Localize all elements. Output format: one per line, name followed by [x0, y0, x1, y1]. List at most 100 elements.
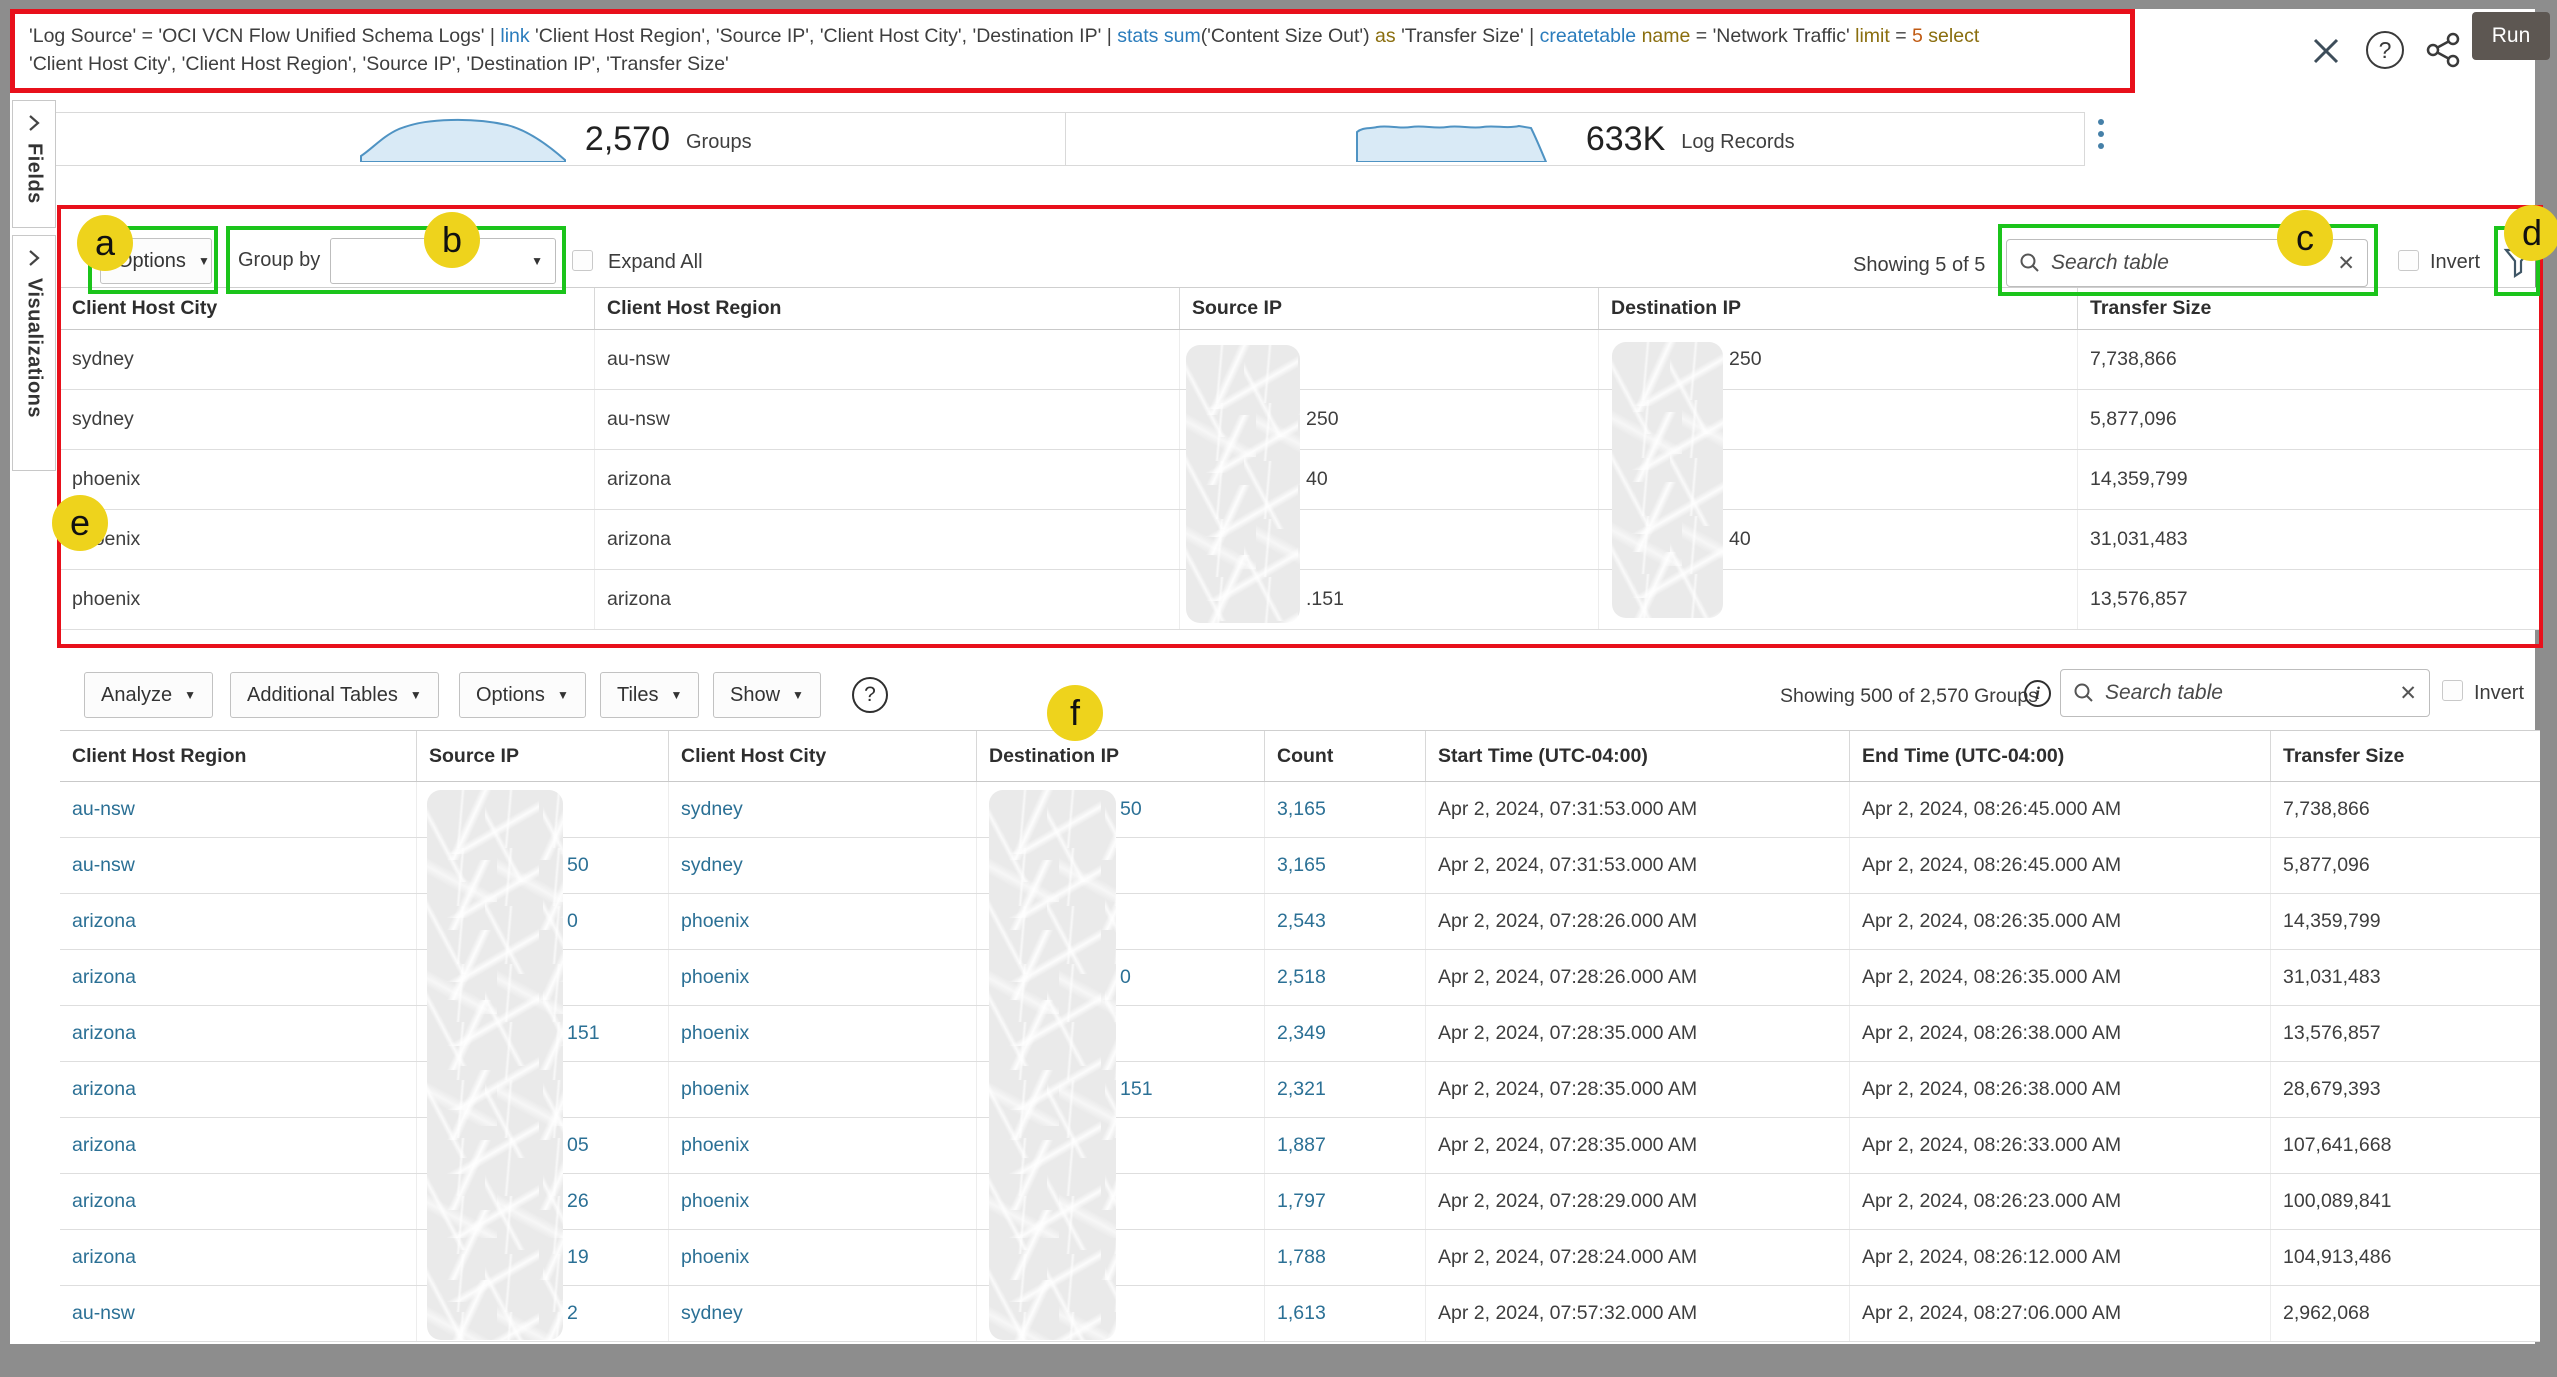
cell-client-host-city[interactable]: sydney — [669, 782, 977, 837]
cell-transfer-size: 7,738,866 — [2271, 782, 2540, 837]
clear-search-icon[interactable]: ✕ — [2399, 681, 2417, 706]
cell-client-host-city[interactable]: sydney — [669, 1286, 977, 1341]
invert-checkbox[interactable] — [2398, 250, 2419, 271]
help-icon[interactable]: ? — [2366, 31, 2404, 69]
cell-count[interactable]: 1,613 — [1265, 1286, 1426, 1341]
help-icon[interactable]: ? — [852, 677, 888, 713]
query-segment: createtable — [1540, 25, 1636, 47]
column-header[interactable]: Client Host Region — [60, 731, 417, 781]
column-header[interactable]: Destination IP — [977, 731, 1265, 781]
cell-count[interactable]: 3,165 — [1265, 838, 1426, 893]
additional-tables-button[interactable]: Additional Tables▼ — [230, 672, 439, 718]
cell-count[interactable]: 1,788 — [1265, 1230, 1426, 1285]
query-segment: 'Client Host Region', 'Source IP', 'Clie… — [530, 25, 1118, 47]
cell-client-host-region[interactable]: arizona — [60, 1174, 417, 1229]
cell-count[interactable]: 3,165 — [1265, 782, 1426, 837]
cell-end-time: Apr 2, 2024, 08:26:33.000 AM — [1850, 1118, 2271, 1173]
invert-checkbox-2[interactable] — [2442, 680, 2463, 701]
query-segment: select — [1928, 25, 1979, 47]
table-header-row: Client Host RegionSource IPClient Host C… — [60, 730, 2540, 782]
cell-client-host-city[interactable]: phoenix — [669, 950, 977, 1005]
column-header[interactable]: Client Host City — [60, 288, 595, 329]
cell-client-host-region[interactable]: arizona — [60, 950, 417, 1005]
query-segment: 5 — [1912, 25, 1923, 47]
cell-client-host-region[interactable]: au-nsw — [60, 838, 417, 893]
cell-count[interactable]: 2,349 — [1265, 1006, 1426, 1061]
cell-client-host-region: arizona — [595, 570, 1180, 629]
cell-client-host-city[interactable]: sydney — [669, 838, 977, 893]
cell-client-host-city[interactable]: phoenix — [669, 894, 977, 949]
clear-search-icon[interactable]: ✕ — [2337, 251, 2355, 276]
app-window: 'Log Source' = 'OCI VCN Flow Unified Sch… — [10, 9, 2535, 1344]
cell-client-host-city[interactable]: phoenix — [669, 1062, 977, 1117]
info-icon[interactable]: i — [2024, 680, 2051, 707]
cell-client-host-region[interactable]: arizona — [60, 1230, 417, 1285]
caret-down-icon: ▼ — [184, 688, 196, 702]
cell-transfer-size: 5,877,096 — [2078, 390, 2540, 449]
cell-transfer-size: 31,031,483 — [2078, 510, 2540, 569]
query-segment: sum — [1164, 25, 1201, 47]
cell-end-time: Apr 2, 2024, 08:27:06.000 AM — [1850, 1286, 2271, 1341]
cell-client-host-region[interactable]: au-nsw — [60, 782, 417, 837]
cell-count[interactable]: 2,543 — [1265, 894, 1426, 949]
cell-start-time: Apr 2, 2024, 07:28:35.000 AM — [1426, 1062, 1850, 1117]
cell-transfer-size: 28,679,393 — [2271, 1062, 2540, 1117]
groups-summary: 2,570 Groups — [46, 113, 1065, 165]
query-editor[interactable]: 'Log Source' = 'OCI VCN Flow Unified Sch… — [10, 9, 2135, 93]
tiles-button[interactable]: Tiles▼ — [600, 672, 699, 718]
cell-transfer-size: 13,576,857 — [2078, 570, 2540, 629]
cell-transfer-size: 100,089,841 — [2271, 1174, 2540, 1229]
column-header[interactable]: Destination IP — [1599, 288, 2078, 329]
cell-client-host-region[interactable]: arizona — [60, 1006, 417, 1061]
log-records-summary: 633K Log Records — [1065, 113, 2085, 165]
redaction-blob — [1186, 345, 1300, 623]
cell-transfer-size: 31,031,483 — [2271, 950, 2540, 1005]
cell-client-host-city: phoenix — [60, 570, 595, 629]
redaction-blob — [1612, 342, 1723, 618]
column-header[interactable]: Client Host City — [669, 731, 977, 781]
cell-client-host-region[interactable]: arizona — [60, 1062, 417, 1117]
column-header[interactable]: Source IP — [417, 731, 669, 781]
column-header[interactable]: Start Time (UTC-04:00) — [1426, 731, 1850, 781]
kebab-menu-icon[interactable] — [2098, 119, 2104, 149]
options-button-2[interactable]: Options▼ — [459, 672, 586, 718]
cell-count[interactable]: 2,321 — [1265, 1062, 1426, 1117]
cell-transfer-size: 7,738,866 — [2078, 330, 2540, 389]
caret-down-icon: ▼ — [410, 688, 422, 702]
groups-table: Client Host RegionSource IPClient Host C… — [60, 730, 2540, 1342]
column-header[interactable]: Client Host Region — [595, 288, 1180, 329]
redaction-blob — [989, 790, 1116, 1340]
cell-count[interactable]: 1,887 — [1265, 1118, 1426, 1173]
column-header[interactable]: Transfer Size — [2271, 731, 2540, 781]
sidebar-tab-fields[interactable]: Fields — [12, 100, 56, 228]
sidebar-tab-visualizations[interactable]: Visualizations — [12, 235, 56, 471]
share-icon[interactable] — [2424, 31, 2462, 69]
cell-client-host-city[interactable]: phoenix — [669, 1006, 977, 1061]
cell-client-host-region[interactable]: arizona — [60, 1118, 417, 1173]
cell-client-host-city[interactable]: phoenix — [669, 1118, 977, 1173]
query-line-2: 'Client Host City', 'Client Host Region'… — [29, 50, 2118, 78]
cell-count[interactable]: 1,797 — [1265, 1174, 1426, 1229]
query-segment: = — [1890, 25, 1912, 47]
cell-client-host-city[interactable]: phoenix — [669, 1230, 977, 1285]
records-sparkline-chart — [1355, 116, 1570, 162]
expand-all-checkbox[interactable] — [572, 250, 593, 271]
cell-client-host-region[interactable]: au-nsw — [60, 1286, 417, 1341]
cell-client-host-region[interactable]: arizona — [60, 894, 417, 949]
column-header[interactable]: Transfer Size — [2078, 288, 2540, 329]
show-button[interactable]: Show▼ — [713, 672, 821, 718]
column-header[interactable]: Count — [1265, 731, 1426, 781]
analyze-button[interactable]: Analyze▼ — [84, 672, 213, 718]
cell-end-time: Apr 2, 2024, 08:26:35.000 AM — [1850, 894, 2271, 949]
close-icon[interactable] — [2310, 35, 2342, 67]
cell-count[interactable]: 2,518 — [1265, 950, 1426, 1005]
column-header[interactable]: Source IP — [1180, 288, 1599, 329]
annotation-a: a — [77, 215, 133, 271]
groups-search-input[interactable]: Search table ✕ — [2060, 669, 2430, 717]
cell-transfer-size: 14,359,799 — [2271, 894, 2540, 949]
annotation-f: f — [1047, 685, 1103, 741]
caret-down-icon: ▼ — [670, 688, 682, 702]
column-header[interactable]: End Time (UTC-04:00) — [1850, 731, 2271, 781]
cell-client-host-city[interactable]: phoenix — [669, 1174, 977, 1229]
run-button[interactable]: Run — [2472, 12, 2550, 60]
